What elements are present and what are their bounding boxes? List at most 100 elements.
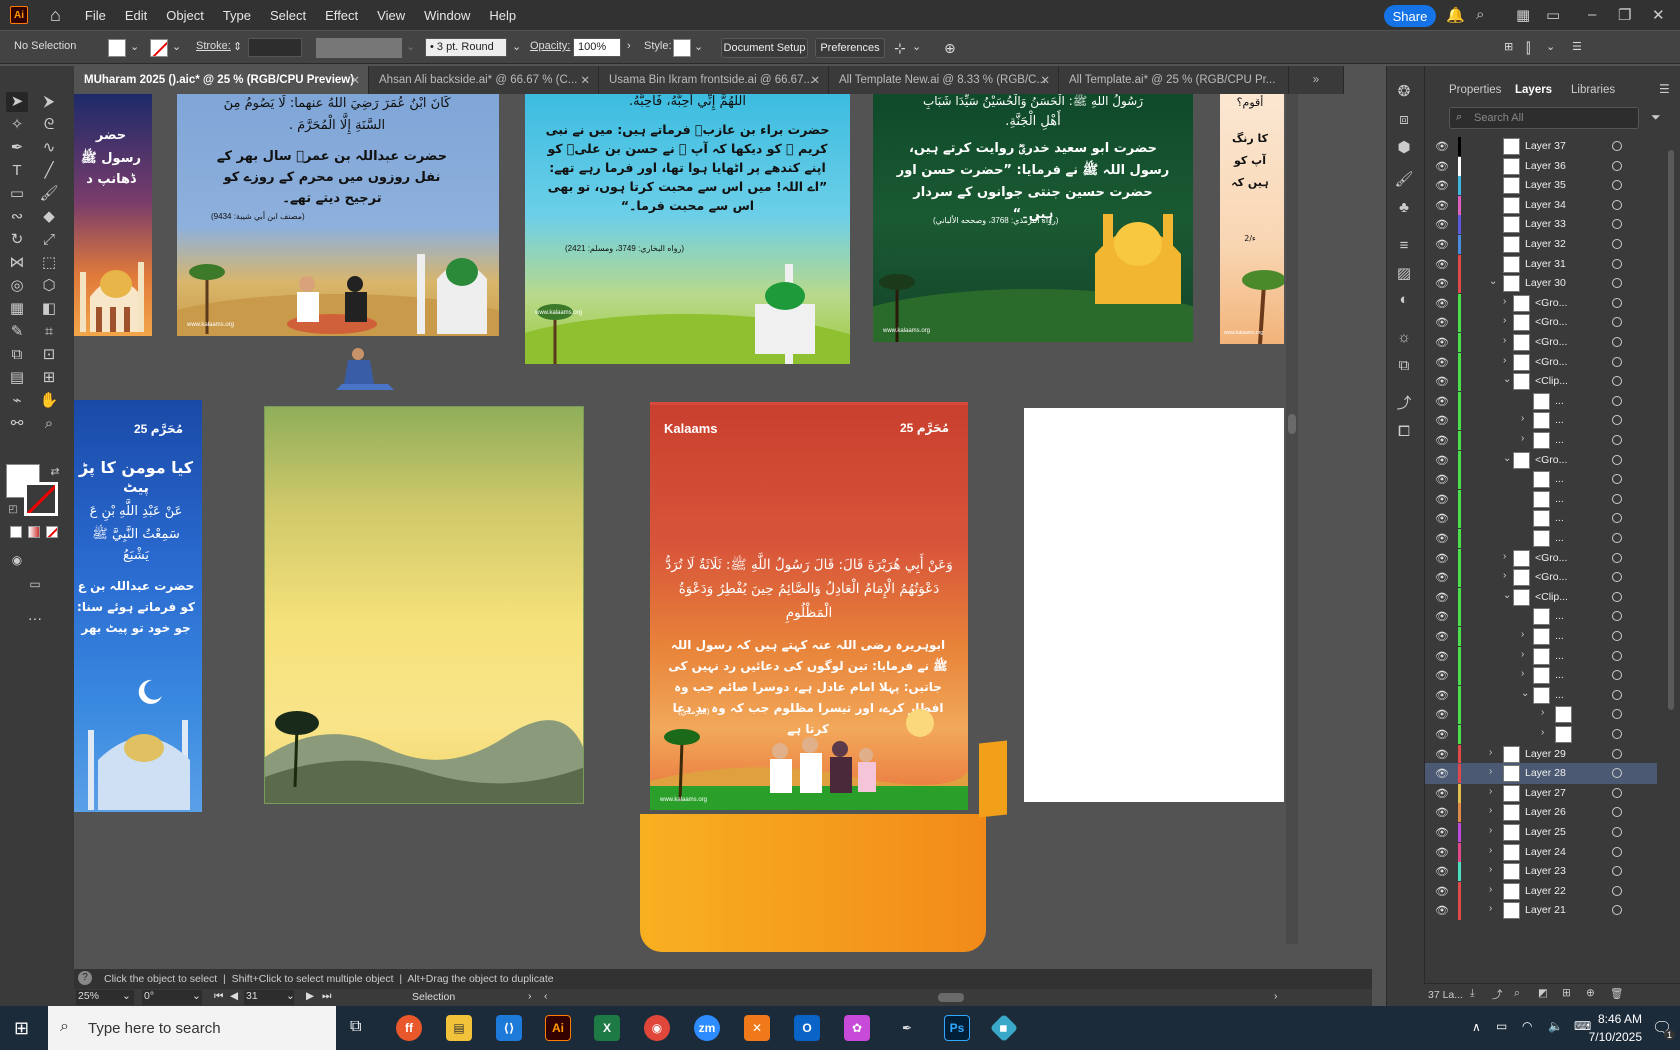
layer-name[interactable]: ... [1555,395,1564,407]
eye-icon[interactable]: 👁 [1435,179,1449,192]
layer-row[interactable]: 👁 ⌄... [1425,685,1657,706]
chevron-down-icon[interactable]: ⌄ [406,40,415,53]
chevron-right-icon[interactable]: › [528,990,532,1002]
layer-name[interactable]: Layer 30 [1525,277,1566,289]
workspace-icon[interactable]: ▭ [1546,6,1560,24]
layer-name[interactable]: <Gro... [1535,336,1567,348]
target-ring-icon[interactable] [1612,317,1622,328]
eye-icon[interactable]: 👁 [1435,669,1449,682]
tab-properties[interactable]: Properties [1449,84,1501,96]
image-trace-icon[interactable]: ⧈ [1393,110,1415,130]
artboard-3[interactable]: اللَّهُمَّ إِنِّي أُحِبُّهُ، فَأَحِبَّهُ… [525,94,850,364]
menu-window[interactable]: Window [424,8,470,23]
tray-expand-icon[interactable]: ∧ [1472,1020,1481,1034]
vscode-icon[interactable]: ⟨⟩ [496,1015,522,1041]
eye-icon[interactable]: 👁 [1435,336,1449,349]
expand-arrow-icon[interactable]: › [1521,629,1524,640]
layer-name[interactable]: ... [1555,512,1564,524]
fill-swatch[interactable] [108,39,126,57]
gradient-mode-swatch[interactable] [28,526,40,538]
rectangle-tool-icon[interactable]: ▭ [6,184,28,204]
slice-tool-icon[interactable]: ⌁ [6,391,28,411]
eye-icon[interactable]: 👁 [1435,610,1449,623]
shaper-tool-icon[interactable]: ∾ [6,207,28,227]
eye-icon[interactable]: 👁 [1435,904,1449,917]
task-view-icon[interactable]: ⧉ [350,1018,361,1036]
color-guide-icon[interactable]: ❂ [1393,82,1415,102]
line-tool-icon[interactable]: ╱ [38,161,60,181]
chevron-down-icon[interactable]: ⌄ [694,40,703,53]
layer-name[interactable]: Layer 36 [1525,160,1566,172]
layer-name[interactable]: Layer 35 [1525,179,1566,191]
blend-tool-icon[interactable]: ⧉ [6,345,28,365]
target-ring-icon[interactable] [1612,356,1622,367]
layer-name[interactable]: ... [1555,473,1564,485]
layer-name[interactable]: <Gro... [1535,552,1567,564]
brushes-icon[interactable]: 🖌 [1393,170,1415,190]
layer-row[interactable]: 👁 › Layer 25 [1425,822,1657,843]
layer-row[interactable]: 👁 ⌄ <Clip... [1425,587,1657,608]
artboard-9[interactable] [1024,408,1284,802]
expand-arrow-icon[interactable]: › [1503,570,1506,581]
layer-row[interactable]: 👁 › [1425,724,1657,745]
chrome-icon[interactable]: ◉ [644,1015,670,1041]
layer-name[interactable]: Layer 21 [1525,904,1566,916]
align-icon[interactable]: ⊹ [894,40,906,57]
layer-row[interactable]: 👁 › Layer 21 [1425,900,1657,921]
graph-tool-icon[interactable]: ▤ [6,368,28,388]
layer-row[interactable]: 👁... [1425,606,1657,627]
stroke-swatch[interactable] [150,39,168,57]
opacity-field[interactable]: 100% [573,38,621,57]
type-tool-icon[interactable]: T [6,161,28,181]
layer-name[interactable]: Layer 34 [1525,199,1566,211]
target-ring-icon[interactable] [1612,513,1622,524]
taskbar-search-input[interactable]: ⌕ Type here to search [48,1006,336,1050]
layer-name[interactable]: Layer 23 [1525,865,1566,877]
expand-arrow-icon[interactable]: › [1489,903,1492,914]
layer-row[interactable]: 👁 Layer 37 [1425,136,1657,157]
color-mode-swatch[interactable] [10,526,22,538]
layer-row[interactable]: 👁 ›... [1425,430,1657,451]
eye-icon[interactable]: 👁 [1435,571,1449,584]
target-ring-icon[interactable] [1612,768,1622,779]
clipping-mask-icon[interactable]: ◩ [1538,987,1548,999]
target-ring-icon[interactable] [1612,552,1622,563]
expand-arrow-icon[interactable]: › [1489,786,1492,797]
tab-usama[interactable]: Usama Bin Ikram frontside.ai @ 66.67... ✕ [599,66,829,94]
artboard-2[interactable]: كَانَ ابْنُ عُمَرَ رَضِيَ اللهُ عنهما: ل… [177,94,499,336]
tab-libraries[interactable]: Libraries [1571,84,1615,96]
expand-arrow-icon[interactable]: › [1503,296,1506,307]
tab-overflow[interactable]: » [1289,66,1344,94]
mesh-tool-icon[interactable]: ▦ [6,299,28,319]
artboard-5[interactable]: أقوم؟ کا رنگ آپ کو ہیں کہ ء/2 www.kalaam… [1220,94,1284,344]
eye-icon[interactable]: 👁 [1435,552,1449,565]
layer-row[interactable]: 👁 ›... [1425,410,1657,431]
menu-help[interactable]: Help [489,8,516,23]
close-tab-icon[interactable]: ✕ [1040,73,1050,87]
minimize-icon[interactable]: – [1588,6,1596,23]
eye-icon[interactable]: 👁 [1435,630,1449,643]
chevron-down-icon[interactable]: ⌄ [192,990,201,1002]
layer-row[interactable]: 👁... [1425,528,1657,549]
artboard-7[interactable] [264,406,584,804]
layer-row[interactable]: 👁 › [1425,704,1657,725]
layer-row[interactable]: 👁 ›... [1425,665,1657,686]
target-ring-icon[interactable] [1612,591,1622,602]
rotate-tool-icon[interactable]: ↻ [6,230,28,250]
vertical-scrollbar[interactable] [1286,94,1298,944]
appearance-icon[interactable]: ☼ [1393,328,1415,348]
new-layer-icon[interactable]: ⊕ [1586,987,1595,999]
eye-icon[interactable]: 👁 [1435,532,1449,545]
expand-arrow-icon[interactable]: › [1521,433,1524,444]
layer-row[interactable]: 👁 › Layer 26 [1425,802,1657,823]
layer-name[interactable]: ... [1555,493,1564,505]
layer-row[interactable]: 👁 ⌄ <Clip... [1425,371,1657,392]
live-paint-icon[interactable]: ⬡ [38,276,60,296]
gradient-tool-icon[interactable]: ◧ [38,299,60,319]
chevron-down-icon[interactable]: ⌄ [912,40,921,53]
layer-row[interactable]: 👁 Layer 33 [1425,214,1657,235]
symbols-icon[interactable]: ♣ [1393,198,1415,218]
eye-icon[interactable]: 👁 [1435,140,1449,153]
eye-icon[interactable]: 👁 [1435,885,1449,898]
cc-libraries-icon[interactable]: ⬢ [1393,138,1415,158]
